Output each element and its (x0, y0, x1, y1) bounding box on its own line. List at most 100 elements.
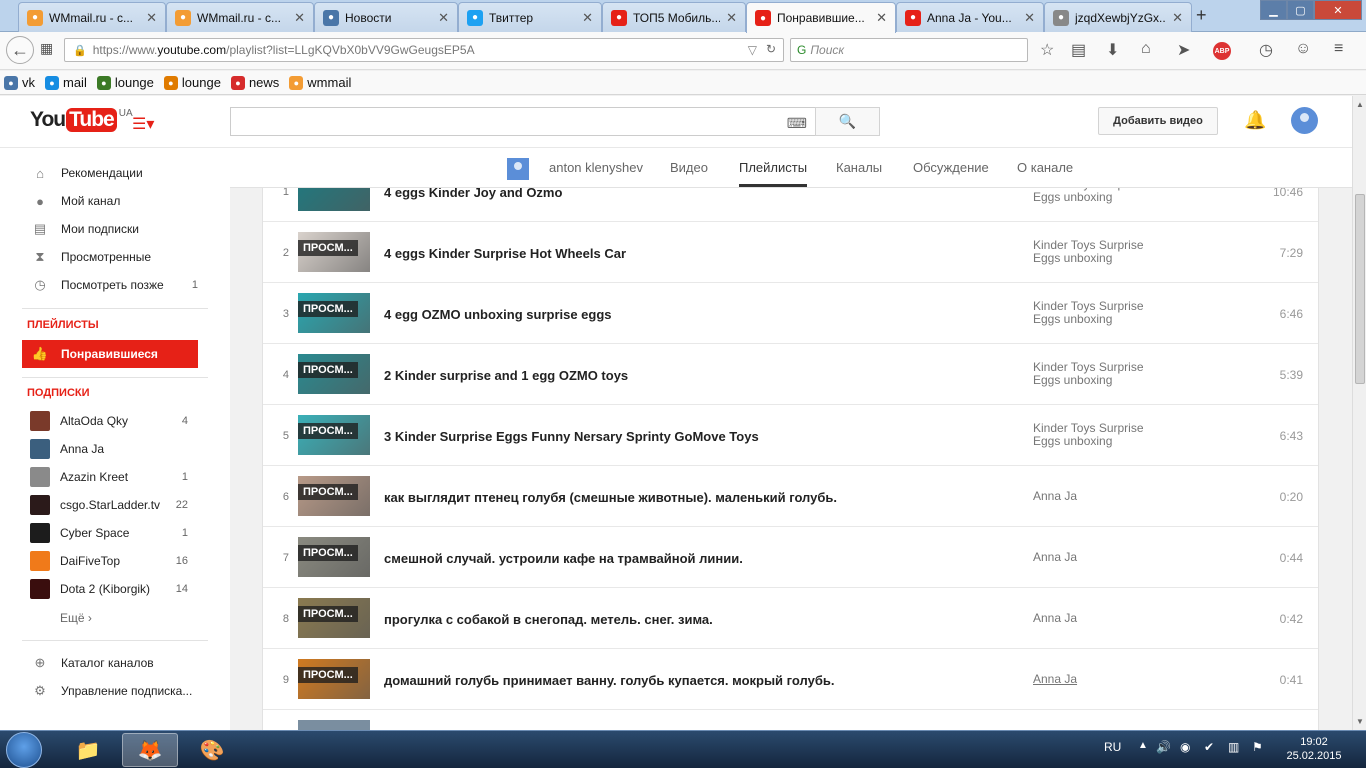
tab-channels[interactable]: Каналы (836, 160, 882, 175)
close-tab-icon[interactable]: ✕ (294, 10, 305, 26)
video-owner[interactable]: Anna Ja (1033, 673, 1163, 686)
download-icon[interactable]: ⬇ (1106, 40, 1119, 60)
tab-about[interactable]: О канале (1017, 160, 1073, 175)
youtube-logo[interactable]: You Tube UA (30, 108, 133, 132)
browser-tab[interactable]: ● jzqdXewbjYzGx... ✕ (1044, 2, 1192, 32)
url-bar[interactable]: 🔒 https://www. youtube.com/playlist?list=… (64, 38, 784, 62)
guide-item-2[interactable]: ● Мой канал (22, 187, 198, 215)
bell-icon[interactable]: 🔔 (1244, 110, 1266, 131)
steam-icon[interactable]: ◉ (1180, 740, 1190, 754)
browser-tab[interactable]: ● WMmail.ru - с... ✕ (18, 2, 166, 32)
video-thumbnail[interactable]: ПРОСМ... (298, 476, 370, 516)
security-icon[interactable]: ✔ (1204, 740, 1214, 754)
video-title[interactable]: как выглядит птенец голубя (смешные живо… (384, 490, 837, 505)
account-avatar[interactable] (1291, 107, 1318, 134)
history-icon[interactable]: ◷ (1259, 40, 1273, 60)
more-subscriptions-link[interactable]: Ещё › (22, 604, 198, 632)
browser-tab[interactable]: ● Новости ✕ (314, 2, 458, 32)
video-title[interactable]: 3 Kinder Surprise Eggs Funny Nersary Spr… (384, 429, 759, 444)
emoji-icon[interactable]: ☺ (1295, 40, 1311, 58)
volume-icon[interactable]: 🔊 (1156, 740, 1171, 754)
close-tab-icon[interactable]: ✕ (438, 10, 449, 26)
browser-tab[interactable]: ● WMmail.ru - с... ✕ (166, 2, 314, 32)
subscription-item[interactable]: DaiFiveTop 16 (22, 547, 188, 575)
video-thumbnail[interactable]: ПРОСМ... (298, 598, 370, 638)
subscription-item[interactable]: csgo.StarLadder.tv 22 (22, 491, 188, 519)
explorer-taskbar-icon[interactable]: 📁 (60, 733, 116, 767)
video-thumbnail[interactable]: ПРОСМ... (298, 293, 370, 333)
system-clock[interactable]: 19:02 25.02.2015 (1284, 735, 1344, 763)
close-tab-icon[interactable]: ✕ (726, 10, 737, 26)
playlist-row[interactable] (263, 710, 1318, 730)
video-title[interactable]: домашний голубь принимает ванну. голубь … (384, 673, 834, 688)
home-icon[interactable]: ⌂ (1141, 40, 1151, 58)
tab-discussion[interactable]: Обсуждение (913, 160, 989, 175)
close-tab-icon[interactable]: ✕ (582, 10, 593, 26)
back-button[interactable]: ← (6, 36, 34, 64)
playlist-row[interactable]: 5 ПРОСМ... 3 Kinder Surprise Eggs Funny Ne… (263, 405, 1318, 466)
upload-button[interactable]: Добавить видео (1098, 107, 1218, 135)
page-scrollbar[interactable]: ▲ ▼ (1352, 96, 1366, 730)
video-title[interactable]: прогулка с собакой в снегопад. метель. с… (384, 612, 713, 627)
guide-item-4[interactable]: ⧗ Просмотренные (22, 243, 198, 271)
video-thumbnail[interactable]: ПРОСМ... (298, 354, 370, 394)
video-owner[interactable]: Kinder Toys Surprise Eggs unboxing (1033, 422, 1163, 448)
playlist-row[interactable]: 1 4 eggs Kinder Joy and Ozmo Kinder Toys S… (263, 188, 1318, 222)
reading-list-icon[interactable]: ▤ (1071, 40, 1086, 60)
scroll-up-arrow[interactable]: ▲ (1356, 100, 1364, 109)
manage-subscriptions-link[interactable]: ⚙ Управление подписка... (22, 677, 198, 705)
playlist-row[interactable]: 3 ПРОСМ... 4 egg OZMO unboxing surprise eg… (263, 283, 1318, 344)
playlist-row[interactable]: 4 ПРОСМ... 2 Kinder surprise and 1 egg OZM… (263, 344, 1318, 405)
catalog-link[interactable]: ⊕ Каталог каналов (22, 649, 198, 677)
video-thumbnail[interactable] (298, 188, 370, 211)
browser-tab[interactable]: ● Понравившие... ✕ (746, 2, 896, 33)
video-thumbnail[interactable]: ПРОСМ... (298, 537, 370, 577)
browser-tab[interactable]: ● Anna Ja - You... ✕ (896, 2, 1044, 32)
channel-name[interactable]: anton klenyshev (549, 160, 643, 175)
flag-icon[interactable]: ⚑ (1252, 740, 1263, 754)
minimize-button[interactable]: ▁ (1260, 0, 1287, 20)
video-title[interactable]: 4 egg OZMO unboxing surprise eggs (384, 307, 612, 322)
tab-groups-icon[interactable]: ▦ (40, 40, 53, 57)
video-thumbnail[interactable]: ПРОСМ... (298, 415, 370, 455)
close-tab-icon[interactable]: ✕ (146, 10, 157, 26)
video-thumbnail[interactable]: ПРОСМ... (298, 659, 370, 699)
firefox-taskbar-icon[interactable]: 🦊 (122, 733, 178, 767)
tray-arrow-icon[interactable]: ▲ (1138, 740, 1148, 751)
language-indicator[interactable]: RU (1104, 740, 1121, 754)
scroll-down-arrow[interactable]: ▼ (1356, 717, 1364, 726)
maximize-button[interactable]: ▢ (1287, 0, 1314, 20)
video-title[interactable]: 2 Kinder surprise and 1 egg OZMO toys (384, 368, 628, 383)
playlist-row[interactable]: 8 ПРОСМ... прогулка с собакой в снегопад. … (263, 588, 1318, 649)
guide-item-liked[interactable]: 👍 Понравившиеся (22, 340, 198, 368)
close-window-button[interactable]: ✕ (1314, 0, 1362, 20)
bookmark-item[interactable]: ● news (230, 75, 279, 90)
video-title[interactable]: смешной случай. устроили кафе на трамвай… (384, 551, 743, 566)
bookmark-item[interactable]: ● vk (4, 75, 35, 90)
playlist-row[interactable]: 2 ПРОСМ... 4 eggs Kinder Surprise Hot Whee… (263, 222, 1318, 283)
close-tab-icon[interactable]: ✕ (876, 10, 887, 26)
video-owner[interactable]: Kinder Toys Surprise Eggs unboxing (1033, 188, 1163, 204)
youtube-search-input[interactable]: ⌨ (230, 107, 816, 136)
send-icon[interactable]: ➤ (1177, 40, 1190, 60)
youtube-search-button[interactable]: 🔍 (815, 107, 880, 136)
adblock-icon[interactable]: ABP (1213, 42, 1231, 60)
tab-videos[interactable]: Видео (670, 160, 708, 175)
playlist-row[interactable]: 6 ПРОСМ... как выглядит птенец голубя (сме… (263, 466, 1318, 527)
subscription-item[interactable]: Azazin Kreet 1 (22, 463, 188, 491)
dropdown-arrow-icon[interactable]: ▽ (748, 43, 757, 57)
bookmark-item[interactable]: ● wmmail (289, 75, 351, 90)
channel-avatar[interactable] (507, 158, 529, 180)
subscription-item[interactable]: Dota 2 (Kiborgik) 14 (22, 575, 188, 603)
playlist-row[interactable]: 7 ПРОСМ... смешной случай. устроили кафе н… (263, 527, 1318, 588)
video-owner[interactable]: Anna Ja (1033, 551, 1163, 564)
keyboard-icon[interactable]: ⌨ (787, 115, 807, 132)
tab-playlists[interactable]: Плейлисты (739, 160, 808, 187)
network-icon[interactable]: ▥ (1228, 740, 1239, 754)
video-title[interactable]: 4 eggs Kinder Surprise Hot Wheels Car (384, 246, 626, 261)
star-icon[interactable]: ☆ (1040, 40, 1054, 60)
bookmark-item[interactable]: ● lounge (96, 75, 154, 90)
guide-item-3[interactable]: ▤ Мои подписки (22, 215, 198, 243)
search-box[interactable]: G Поиск (790, 38, 1028, 62)
video-title[interactable]: 4 eggs Kinder Joy and Ozmo (384, 188, 562, 200)
